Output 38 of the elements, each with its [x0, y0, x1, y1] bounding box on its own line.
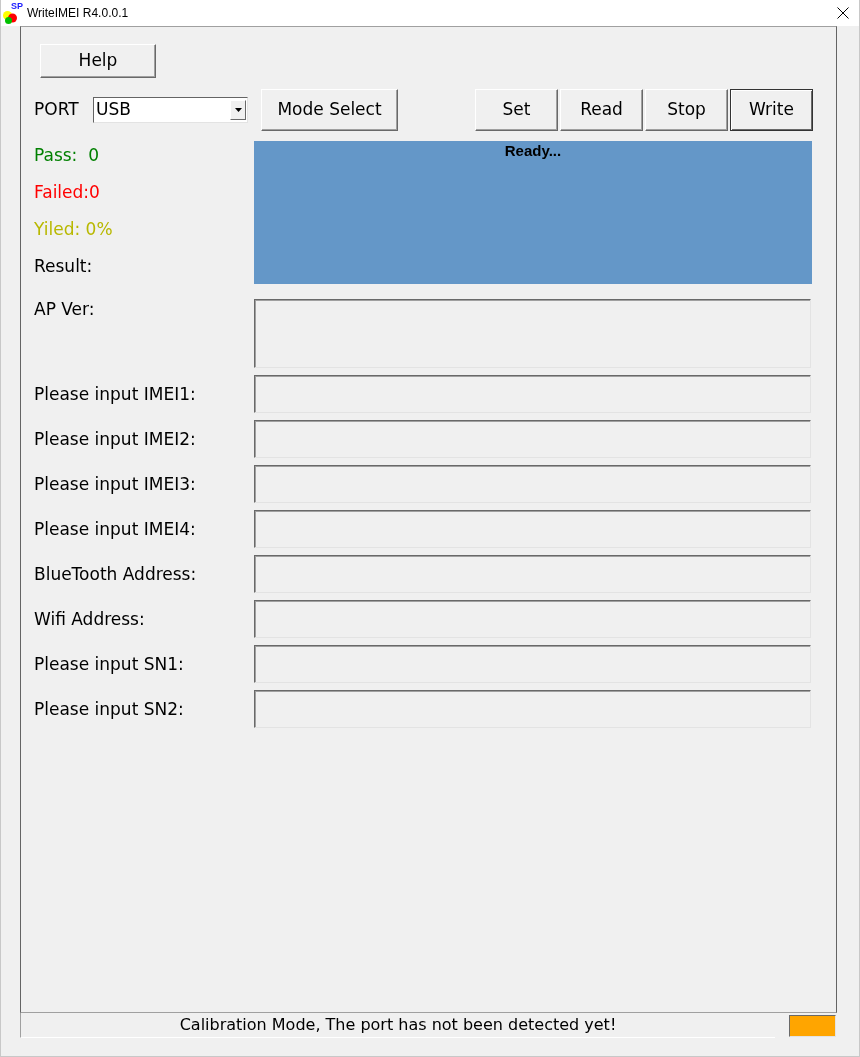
input-field[interactable] [254, 690, 811, 728]
field-label: AP Ver: [34, 299, 96, 319]
mode-select-button[interactable]: Mode Select [261, 89, 398, 131]
field-label: Please input SN2: [34, 699, 185, 719]
field-label: Please input IMEI2: [34, 429, 197, 449]
field-label: Please input SN1: [34, 654, 185, 674]
field-label: BlueTooth Address: [34, 564, 198, 584]
stat-text: Result: [34, 256, 94, 276]
input-field[interactable] [254, 555, 811, 593]
action-button[interactable]: Stop [645, 89, 728, 131]
status-indicator-icon [789, 1015, 836, 1037]
stat-text: Yiled: 0% [34, 219, 114, 239]
field-label: Please input IMEI3: [34, 474, 197, 494]
port-label: PORT [34, 98, 80, 122]
port-select[interactable]: USB [93, 97, 248, 123]
action-button[interactable]: Write [730, 89, 813, 131]
help-button[interactable]: Help [40, 44, 156, 78]
action-button[interactable]: Read [560, 89, 643, 131]
stat-text: Pass: 0 [34, 145, 100, 165]
field-label: Wifi Address: [34, 609, 146, 629]
input-field[interactable] [254, 510, 811, 548]
input-field[interactable] [254, 645, 811, 683]
caret-down-icon [234, 108, 242, 112]
colored-circles-icon [3, 11, 17, 24]
dropdown-button[interactable] [230, 100, 246, 120]
field-label: Please input IMEI4: [34, 519, 197, 539]
action-button[interactable]: Set [475, 89, 558, 131]
close-icon[interactable] [837, 7, 849, 19]
input-field[interactable] [254, 420, 811, 458]
input-field[interactable] [254, 600, 811, 638]
window-title: WriteIMEI R4.0.0.1 [27, 5, 129, 22]
result-message: Ready... [504, 142, 562, 160]
status-message: Calibration Mode, The port has not been detected yet! [179, 1015, 617, 1035]
field-label: Please input IMEI1: [34, 384, 197, 404]
input-field[interactable] [254, 465, 811, 503]
stat-text: Failed:0 [34, 182, 101, 202]
input-field[interactable] [254, 375, 811, 413]
logo-text: SP [11, 2, 23, 11]
